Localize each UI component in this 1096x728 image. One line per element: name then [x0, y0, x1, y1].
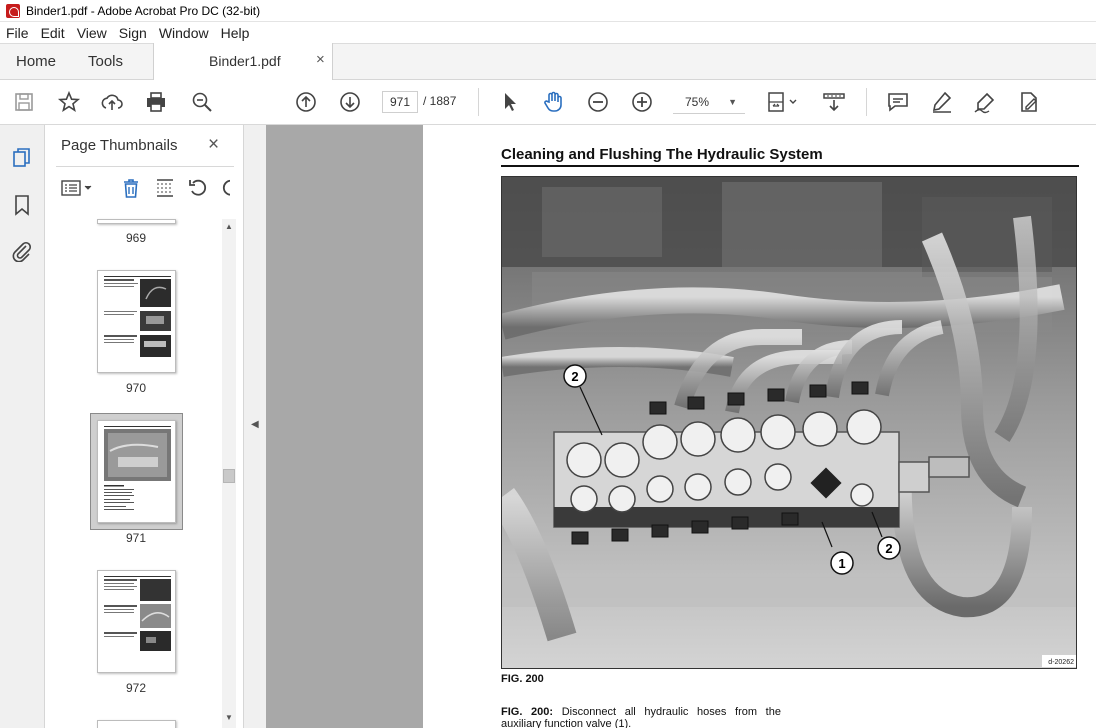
thumbnail-number: 969	[125, 231, 147, 245]
toolbar-separator	[478, 88, 479, 116]
panel-title: Page Thumbnails	[61, 137, 178, 154]
document-viewport[interactable]: Cleaning and Flushing The Hydraulic Syst…	[266, 125, 1096, 728]
thumbnail-page-971[interactable]	[97, 420, 176, 523]
figure-label: FIG. 200	[501, 673, 544, 685]
zoom-in-icon[interactable]	[630, 90, 654, 114]
extract-pages-icon[interactable]	[154, 177, 176, 199]
rotate-clockwise-icon[interactable]	[220, 177, 230, 199]
menu-help[interactable]: Help	[215, 25, 256, 41]
thumbnail-number: 972	[125, 681, 147, 695]
menu-view[interactable]: View	[71, 25, 113, 41]
rotate-counterclockwise-icon[interactable]	[187, 177, 209, 199]
main-toolbar: 971 / 1887 75% ▼	[0, 80, 1096, 125]
svg-text:2: 2	[885, 541, 892, 556]
bookmark-icon[interactable]	[11, 194, 33, 216]
figure-caption: FIG. 200: Disconnect all hydraulic hoses…	[501, 706, 781, 728]
next-page-icon[interactable]	[338, 90, 362, 114]
pdf-page: Cleaning and Flushing The Hydraulic Syst…	[423, 125, 1096, 728]
callout-1: 1	[830, 551, 854, 575]
edit-export-icon[interactable]	[1017, 90, 1041, 114]
callout-2-top: 2	[563, 364, 587, 388]
tab-close-icon[interactable]: ×	[316, 51, 325, 68]
thumbnail-page-969[interactable]	[97, 219, 176, 224]
scrollbar-thumb[interactable]	[223, 469, 235, 483]
attachment-icon[interactable]	[11, 240, 33, 263]
caption-prefix: FIG. 200:	[501, 706, 554, 718]
save-icon[interactable]	[12, 90, 36, 114]
highlight-pen-icon[interactable]	[930, 90, 954, 114]
page-number-input[interactable]: 971	[382, 91, 418, 113]
scroll-up-icon[interactable]: ▲	[225, 222, 233, 231]
page-fit-icon[interactable]	[766, 90, 800, 114]
star-icon[interactable]	[57, 90, 81, 114]
zoom-out-icon[interactable]	[586, 90, 610, 114]
menu-file[interactable]: File	[0, 25, 35, 41]
tab-home[interactable]: Home	[16, 53, 56, 70]
collapse-left-icon[interactable]: ◀	[251, 419, 259, 430]
thumbnail-page-972[interactable]	[97, 570, 176, 673]
zoom-level-select[interactable]: 75% ▼	[673, 90, 745, 114]
thumbnail-number: 971	[125, 531, 147, 545]
thumbnail-scrollbar[interactable]: ▲ ▼	[222, 219, 236, 728]
hydraulic-valve-figure: 2 1 2 d-20262	[501, 176, 1077, 669]
zoom-level-value: 75%	[685, 95, 710, 109]
figure-code: d-20262	[1048, 659, 1074, 666]
section-heading: Cleaning and Flushing The Hydraulic Syst…	[501, 146, 823, 163]
tab-tools[interactable]: Tools	[88, 53, 123, 70]
svg-text:1: 1	[838, 556, 845, 571]
sign-pen-icon[interactable]	[973, 90, 997, 114]
thumbnail-page-next[interactable]	[97, 720, 176, 728]
page-thumbnails-icon[interactable]	[11, 147, 33, 169]
thumbnail-page-970[interactable]	[97, 270, 176, 373]
thumbnail-toolbar	[46, 175, 243, 203]
menu-sign[interactable]: Sign	[113, 25, 153, 41]
page-thumbnails-panel: Page Thumbnails × 969 970 971 972 ▲ ▼	[46, 125, 243, 728]
acrobat-icon	[6, 3, 20, 18]
window-title: Binder1.pdf - Adobe Acrobat Pro DC (32-b…	[26, 3, 261, 18]
delete-trash-icon[interactable]	[120, 177, 142, 199]
select-cursor-icon[interactable]	[498, 90, 522, 114]
title-bar: Binder1.pdf - Adobe Acrobat Pro DC (32-b…	[0, 0, 1096, 22]
navigation-rail	[0, 125, 45, 728]
print-icon[interactable]	[144, 90, 168, 114]
chevron-down-icon: ▼	[728, 97, 737, 107]
panel-divider	[56, 166, 234, 167]
svg-text:2: 2	[571, 369, 578, 384]
comment-icon[interactable]	[886, 90, 910, 114]
page-total: / 1887	[423, 94, 457, 108]
tab-document[interactable]: Binder1.pdf ×	[153, 43, 333, 81]
panel-collapse-handle[interactable]: ◀	[243, 125, 266, 728]
menu-bar: File Edit View Sign Window Help	[0, 22, 1096, 43]
thumbnail-number: 970	[125, 381, 147, 395]
menu-edit[interactable]: Edit	[35, 25, 71, 41]
previous-page-icon[interactable]	[294, 90, 318, 114]
zoom-search-icon[interactable]	[190, 90, 214, 114]
upload-cloud-icon[interactable]	[100, 90, 124, 114]
tab-document-label: Binder1.pdf	[209, 53, 281, 69]
scroll-down-icon[interactable]: ▼	[225, 713, 233, 722]
hand-tool-icon[interactable]	[541, 90, 565, 114]
menu-window[interactable]: Window	[153, 25, 215, 41]
scroll-mode-icon[interactable]	[822, 90, 846, 114]
toolbar-separator	[866, 88, 867, 116]
tab-bar: Home Tools Binder1.pdf ×	[0, 43, 1096, 81]
callout-2-right: 2	[877, 536, 901, 560]
panel-close-icon[interactable]: ×	[208, 134, 219, 156]
options-menu-icon[interactable]	[60, 177, 96, 199]
heading-rule	[501, 165, 1079, 167]
